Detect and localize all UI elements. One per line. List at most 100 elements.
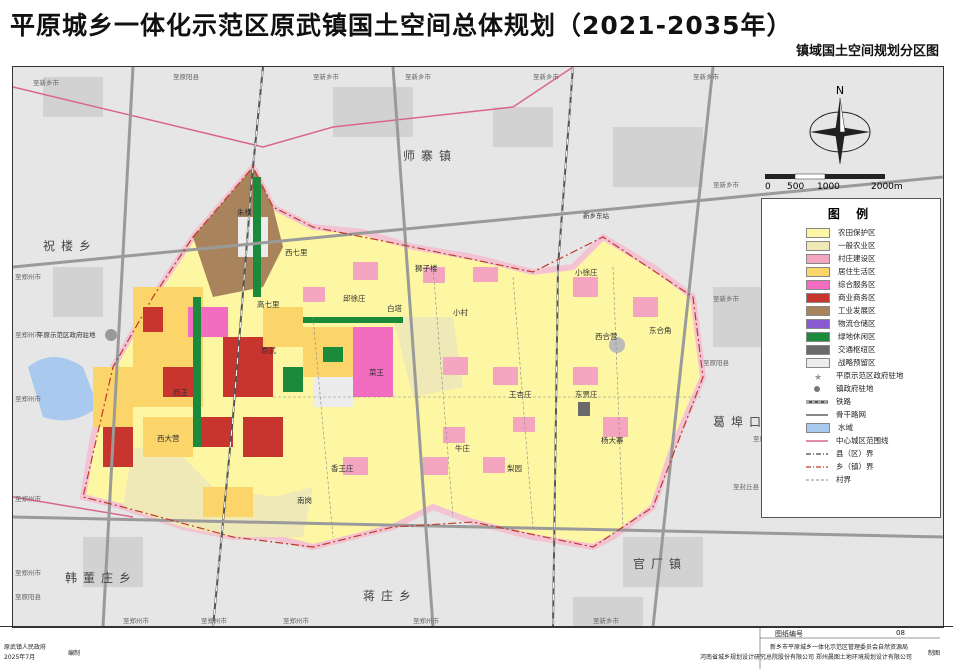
legend-swatch: ★ — [806, 372, 828, 383]
scale-tick-3: 2000m — [871, 182, 903, 192]
legend-label: 镇政府驻地 — [836, 384, 874, 393]
road-to-xinxiang-3: 至新乡市 — [693, 73, 719, 81]
footer-org-1: 新乡市平原城乡一体化示范区管理委员会自然资源局 — [770, 644, 909, 651]
legend-item: 中心城区范围线 — [762, 434, 940, 447]
label-caiwang: 菜王 — [369, 368, 384, 377]
scale-bar: 0 500 1000 2000m — [763, 172, 923, 192]
road-to-fengqiu: 至封丘县 — [733, 483, 759, 491]
legend-swatch — [806, 385, 828, 393]
scale-tick-1: 500 — [787, 182, 804, 192]
road-to-xinxiang-7: 至新乡市 — [33, 79, 59, 87]
road-to-zhengzhou-4: 至郑州市 — [15, 569, 41, 577]
legend-label: 县（区）界 — [836, 449, 874, 458]
label-xidaying: 西大营 — [157, 434, 180, 443]
legend-label: 一般农业区 — [838, 241, 876, 250]
legend-item: 水域 — [762, 421, 940, 434]
svg-text:★: ★ — [814, 373, 822, 380]
legend-label: 村庄建设区 — [838, 254, 876, 263]
road-to-xinxiang-1: 至新乡市 — [313, 73, 339, 81]
legend-label: 交通枢纽区 — [838, 345, 876, 354]
label-hanzhuang: 韩董庄乡 — [65, 571, 138, 585]
label-yangdazhai: 杨大寨 — [601, 436, 624, 445]
legend-swatch — [806, 411, 828, 419]
footer-left-org: 原武镇人民政府 — [4, 644, 47, 651]
label-xixuzhuang: 邱徐庄 — [343, 294, 366, 303]
legend-label: 物流仓储区 — [838, 319, 876, 328]
road-to-zhengzhou-8: 至郑州市 — [15, 331, 41, 339]
legend-swatch — [806, 398, 828, 406]
legend-item: 交通枢纽区 — [762, 343, 940, 356]
legend-item: 铁路 — [762, 395, 940, 408]
road-to-zhengzhou-2: 至郑州市 — [15, 395, 41, 403]
legend-label: 农田保护区 — [838, 228, 876, 237]
legend-swatch — [806, 357, 830, 368]
road-to-yangjiazhuang: 至原阳县 — [173, 73, 199, 81]
legend-swatch — [806, 253, 830, 264]
road-to-xinxiang-2: 至新乡市 — [405, 73, 431, 81]
legend-swatch — [806, 450, 828, 458]
legend-item: 工业发展区 — [762, 304, 940, 317]
legend-item: 村界 — [762, 473, 940, 486]
legend-item: 居住生活区 — [762, 265, 940, 278]
north-label: N — [836, 84, 844, 97]
legend-label: 战略预留区 — [838, 358, 876, 367]
legend-item: 农田保护区 — [762, 226, 940, 239]
legend-item: 商业商务区 — [762, 291, 940, 304]
label-donghejiao: 东合角 — [649, 326, 672, 335]
legend-item: 镇政府驻地 — [762, 382, 940, 395]
legend-swatch — [806, 227, 830, 238]
road-to-zhengzhou-5: 至郑州市 — [123, 617, 149, 625]
map-subtitle: 镇域国土空间规划分区图 — [795, 44, 939, 59]
label-zhulouzhen: 朱楼 — [237, 208, 252, 217]
legend-item: 县（区）界 — [762, 447, 940, 460]
legend-swatch — [806, 476, 828, 484]
legend-label: 平原示范区政府驻地 — [836, 371, 904, 380]
label-xiaoxuzhuang: 小徐庄 — [575, 268, 598, 277]
legend-swatch — [806, 463, 828, 471]
legend-label: 中心城区范围线 — [836, 436, 889, 445]
road-to-zhengzhou-7: 至郑州市 — [413, 617, 439, 625]
scale-tick-2: 1000 — [817, 182, 840, 192]
label-pingyuan-gov: 平原示范区政府驻地 — [37, 331, 96, 339]
road-to-yuanyang-2: 至原阳县 — [15, 593, 41, 601]
legend-swatch — [806, 422, 830, 433]
legend-label: 商业商务区 — [838, 293, 876, 302]
road-to-yuanyang: 至原阳县 — [703, 359, 729, 367]
legend-label: 村界 — [836, 475, 851, 484]
legend-swatch — [806, 266, 830, 277]
map-legend: 图 例 农田保护区 一般农业区 村庄建设区 居住生活区 综合服务区 商业商务区 工业发展区物… — [761, 198, 941, 518]
legend-item: 战略预留区 — [762, 356, 940, 369]
label-wangxingzhuang: 王杏庄 — [509, 390, 532, 399]
legend-item: 村庄建设区 — [762, 252, 940, 265]
label-gaoqili: 高七里 — [257, 300, 280, 309]
label-xiangwangzhuang: 香王庄 — [331, 464, 354, 473]
footer: 图纸编号 08 原武镇人民政府 2025年7月 编制 新乡市平原城乡一体化示范区… — [0, 626, 953, 669]
label-dongguzhuang: 东贾庄 — [575, 390, 598, 399]
road-to-xinxiang-5: 至新乡市 — [713, 295, 739, 303]
road-to-xinxiang-6: 至新乡市 — [593, 617, 619, 625]
legend-swatch — [806, 344, 830, 355]
scale-tick-0: 0 — [765, 182, 771, 192]
legend-label: 水域 — [838, 423, 853, 432]
legend-item: 绿地休闲区 — [762, 330, 940, 343]
legend-swatch — [806, 240, 830, 251]
legend-swatch — [806, 331, 830, 342]
legend-label: 乡（镇）界 — [836, 462, 874, 471]
legend-label: 综合服务区 — [838, 280, 876, 289]
legend-swatch — [806, 437, 828, 445]
footer-right: 制图 — [928, 650, 941, 657]
label-baita: 白塔 — [387, 304, 402, 313]
road-to-zhengzhou-6: 至郑州市 — [201, 617, 227, 625]
label-jiangzhuang: 蒋庄乡 — [363, 589, 418, 603]
road-to-xinxiang-4: 至新乡市 — [713, 181, 739, 189]
label-xiqili: 西七里 — [285, 248, 308, 257]
label-niuzhuang: 牛庄 — [455, 444, 470, 453]
legend-swatch — [806, 279, 830, 290]
label-shizhai: 师寨镇 — [403, 149, 458, 163]
legend-label: 骨干路网 — [836, 410, 866, 419]
legend-item: 一般农业区 — [762, 239, 940, 252]
legend-label: 居住生活区 — [838, 267, 876, 276]
road-to-zhengzhou-9: 至郑州市 — [283, 617, 309, 625]
footer-editor-label: 编制 — [68, 650, 81, 657]
legend-item: 乡（镇）界 — [762, 460, 940, 473]
